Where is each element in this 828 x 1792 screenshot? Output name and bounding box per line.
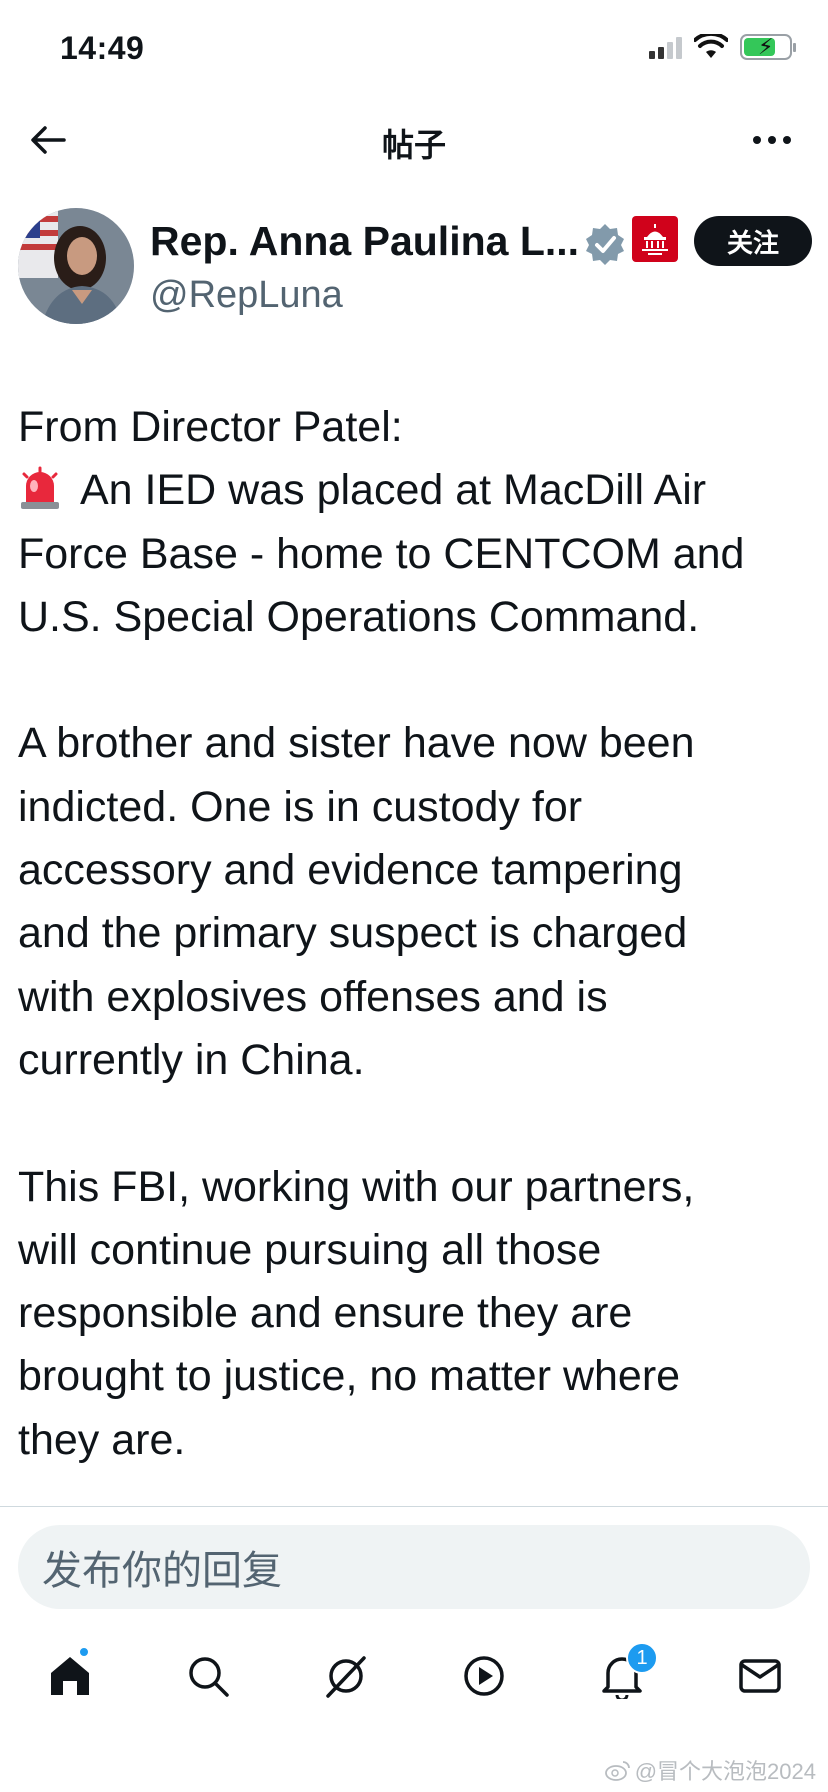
weibo-watermark: @冒个大泡泡2024	[604, 1754, 816, 1786]
post-line: they are.	[18, 1415, 186, 1464]
page-title: 帖子	[381, 127, 446, 163]
tab-search[interactable]	[176, 1644, 240, 1708]
congress-gop-badge-icon	[632, 216, 678, 262]
post-line: Force Base - home to CENTCOM and	[18, 529, 745, 578]
top-header: 帖子	[0, 100, 828, 180]
status-time: 14:49	[60, 30, 145, 66]
video-play-icon	[464, 1656, 504, 1696]
notification-count-badge: 1	[626, 1642, 658, 1674]
home-unread-dot	[78, 1646, 90, 1658]
avatar[interactable]	[18, 208, 134, 324]
tab-notifications[interactable]: 1	[590, 1642, 658, 1708]
verified-badge-icon	[586, 224, 624, 265]
watermark-text: @冒个大泡泡2024	[634, 1759, 816, 1784]
author-name[interactable]: Rep. Anna Paulina L...	[150, 218, 579, 265]
post-body: From Director Patel: An IED was placed a…	[18, 396, 808, 1472]
author-row: Rep. Anna Paulina L... 关注 @RepLuna	[18, 208, 818, 328]
post-line: From Director Patel:	[18, 403, 403, 451]
post-line: responsible and ensure they are	[18, 1289, 633, 1338]
post-line: will continue pursuing all those	[18, 1225, 602, 1274]
post-line: A brother and sister have now been	[18, 719, 695, 768]
post-line-with-emoji: An IED was placed at MacDill Air	[18, 459, 808, 522]
post-line: U.S. Special Operations Command.	[18, 592, 700, 641]
status-bar: 14:49 ⚡	[0, 0, 828, 100]
search-icon	[189, 1657, 229, 1697]
tab-grok[interactable]	[314, 1644, 378, 1708]
police-siren-icon	[21, 466, 59, 510]
more-options-button[interactable]	[748, 118, 796, 162]
reply-placeholder: 发布你的回复	[42, 1549, 282, 1593]
battery-charging-icon: ⚡	[740, 34, 796, 60]
follow-button[interactable]: 关注	[694, 216, 812, 266]
messages-envelope-icon	[739, 1659, 781, 1693]
post-line-text: An IED was placed at MacDill Air	[80, 466, 707, 515]
grok-icon	[326, 1656, 366, 1698]
post-line: This FBI, working with our partners,	[18, 1162, 695, 1211]
weibo-logo-icon	[604, 1761, 630, 1781]
bottom-tab-bar: 1	[0, 1620, 828, 1730]
cellular-signal-icon	[649, 35, 682, 59]
tab-home[interactable]	[38, 1644, 102, 1708]
home-icon	[51, 1657, 89, 1695]
tab-video[interactable]	[452, 1644, 516, 1708]
post-line: with explosives offenses and is	[18, 972, 608, 1021]
post-line: and the primary suspect is charged	[18, 909, 688, 958]
reply-input[interactable]: 发布你的回复	[18, 1525, 810, 1609]
wifi-icon	[694, 34, 728, 58]
author-handle[interactable]: @RepLuna	[150, 274, 343, 317]
post-line: accessory and evidence tampering	[18, 846, 683, 895]
more-horizontal-icon	[753, 136, 791, 144]
divider	[0, 1506, 828, 1507]
post-line: currently in China.	[18, 1035, 365, 1084]
status-icons: ⚡	[649, 34, 796, 60]
post-line: brought to justice, no matter where	[18, 1352, 681, 1401]
tab-messages[interactable]	[728, 1644, 792, 1708]
post-line: indicted. One is in custody for	[18, 782, 583, 831]
